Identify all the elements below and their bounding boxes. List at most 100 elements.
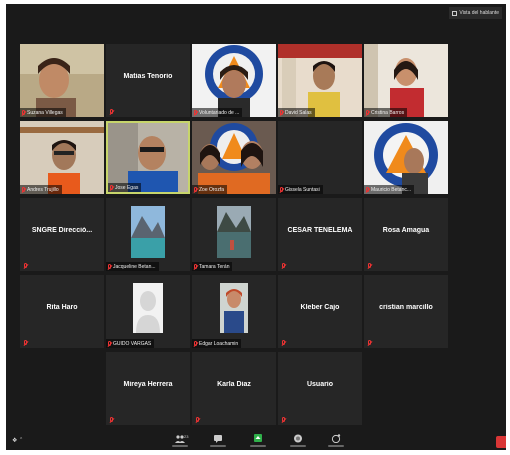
muted-mic-icon (110, 417, 113, 422)
participant-tile[interactable]: Zoe Orozfa (192, 121, 276, 194)
muted-mic-icon (280, 187, 283, 192)
participant-tile[interactable]: cristian marcillo (364, 275, 448, 348)
meeting-window: Vista del hablante Suzana Villegas Matia… (6, 4, 506, 450)
participant-name-tag: Edgar Loachamin (192, 339, 242, 348)
toolbar-label-placeholder (290, 445, 306, 447)
participant-tile[interactable]: Matias Tenorio (106, 44, 190, 117)
participant-name-tag: Gissela Suntasi (278, 185, 323, 194)
speaker-view-button[interactable]: Vista del hablante (449, 7, 502, 19)
participant-tile[interactable]: Karla Diaz (192, 352, 276, 425)
toolbar-label-placeholder (250, 445, 266, 447)
participant-tile[interactable]: Gissela Suntasi (278, 121, 362, 194)
participant-name-tag: Suzana Villegas (20, 108, 66, 117)
toolbar-label-placeholder (328, 445, 344, 447)
participant-avatar (131, 206, 165, 258)
participant-avatar (217, 206, 251, 258)
participant-video (192, 44, 276, 117)
muted-mic-icon (22, 110, 25, 115)
muted-mic-icon (194, 110, 197, 115)
muted-mic-icon (282, 417, 285, 422)
participant-video (20, 121, 104, 194)
speaker-view-label: Vista del hablante (459, 10, 499, 16)
participant-tile[interactable]: Usuario (278, 352, 362, 425)
participant-name: Jose Egas (115, 184, 139, 191)
participant-name: Andres Trujillo (27, 186, 59, 193)
participant-tile[interactable]: Mireya Herrera (106, 352, 190, 425)
muted-mic-icon (282, 340, 285, 345)
active-speaker-tile[interactable]: Jose Egas (106, 121, 190, 194)
participant-name: Matias Tenorio (123, 73, 173, 80)
muted-mic-icon (110, 109, 113, 114)
participant-avatar (220, 283, 248, 333)
muted-mic-icon (24, 340, 27, 345)
muted-mic-icon (368, 340, 371, 345)
participant-name: GUIDO VARGAS (113, 340, 152, 347)
grid-view-icon (452, 10, 458, 16)
participant-tile[interactable]: Suzana Villegas (20, 44, 104, 117)
muted-mic-icon (24, 263, 27, 268)
participant-tile[interactable]: GUIDO VARGAS (106, 275, 190, 348)
participant-name: Zoe Orozfa (199, 186, 225, 193)
participant-name: Edgar Loachamin (199, 340, 239, 347)
share-screen-icon (254, 434, 262, 442)
participant-tile[interactable]: Rita Haro (20, 275, 104, 348)
share-screen-button[interactable] (250, 434, 266, 447)
participant-name: Rosa Amagua (382, 227, 430, 234)
muted-mic-icon (196, 417, 199, 422)
participant-name-tag: Mauricio Betanc... (364, 185, 415, 194)
participant-name-tag: Zoe Orozfa (192, 185, 228, 194)
reactions-button[interactable] (328, 434, 344, 447)
participant-name: David Salas (285, 109, 312, 116)
participant-video (20, 44, 104, 117)
muted-mic-icon (194, 341, 197, 346)
participant-name: Karla Diaz (217, 381, 251, 388)
participant-tile[interactable]: David Salas (278, 44, 362, 117)
muted-mic-icon (108, 264, 111, 269)
participant-name: Cristina Barros (371, 109, 405, 116)
participant-tile[interactable]: Kleber Cajo (278, 275, 362, 348)
toolbar-label-placeholder (172, 445, 188, 447)
muted-mic-icon (280, 110, 283, 115)
participant-tile[interactable]: Edgar Loachamin (192, 275, 276, 348)
chat-icon (214, 435, 222, 443)
record-button[interactable] (290, 434, 306, 447)
participant-name: Gissela Suntasi (285, 186, 320, 193)
participant-name: Voluntariado de ... (199, 109, 240, 116)
participants-button[interactable]: 23 (172, 434, 188, 447)
participant-name-tag: Cristina Barros (364, 108, 408, 117)
participant-tile[interactable]: SNGRE Direcció... (20, 198, 104, 271)
mute-toggle-icon[interactable]: ❖ (12, 437, 17, 444)
participant-name: CESAR TENELEMA (287, 227, 353, 234)
participant-tile[interactable]: CESAR TENELEMA (278, 198, 362, 271)
chat-button[interactable] (210, 434, 226, 447)
chevron-up-icon[interactable]: ⌃ (19, 437, 23, 443)
participant-video (192, 121, 276, 194)
participants-count: 23 (184, 434, 189, 439)
participant-tile[interactable]: Rosa Amagua (364, 198, 448, 271)
participant-tile[interactable]: Tamara Terán (192, 198, 276, 271)
participant-name: Kleber Cajo (300, 304, 340, 311)
participant-name-tag: GUIDO VARGAS (106, 339, 155, 348)
meeting-toolbar: ❖ ⌃ 23 (6, 430, 506, 450)
participant-video (364, 44, 448, 117)
toolbar-label-placeholder (210, 445, 226, 447)
participant-name-tag: Tamara Terán (192, 262, 233, 271)
muted-mic-icon (108, 341, 111, 346)
muted-mic-icon (110, 185, 113, 190)
participant-name: Rita Haro (46, 304, 78, 311)
participant-tile[interactable]: Voluntariado de ... (192, 44, 276, 117)
participant-name-tag: Jacqueline Betan... (106, 262, 159, 271)
top-bar: Vista del hablante (6, 4, 506, 40)
participant-tile[interactable]: Mauricio Betanc... (364, 121, 448, 194)
participant-name-tag: Voluntariado de ... (192, 108, 243, 117)
participant-name-tag: Andres Trujillo (20, 185, 62, 194)
muted-mic-icon (194, 264, 197, 269)
participant-name: Mauricio Betanc... (371, 186, 412, 193)
participant-tile[interactable]: Jacqueline Betan... (106, 198, 190, 271)
participant-tile[interactable]: Andres Trujillo (20, 121, 104, 194)
participant-video (108, 123, 188, 192)
end-meeting-button[interactable] (496, 436, 506, 448)
muted-mic-icon (282, 263, 285, 268)
participant-tile[interactable]: Cristina Barros (364, 44, 448, 117)
participant-name: SNGRE Direcció... (31, 227, 93, 234)
